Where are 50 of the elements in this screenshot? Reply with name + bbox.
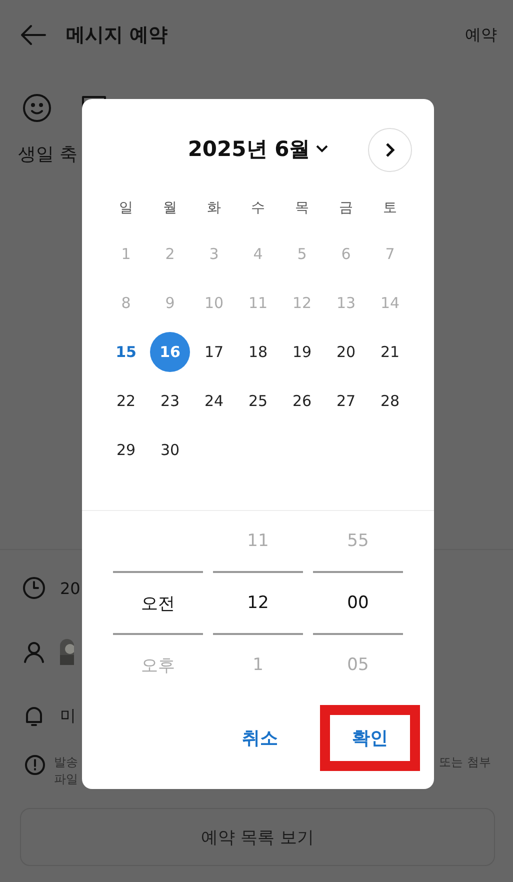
chevron-right-icon bbox=[384, 142, 396, 158]
time-option[interactable]: 05 bbox=[313, 635, 403, 695]
weekday-label: 화 bbox=[206, 199, 222, 218]
calendar-day[interactable]: 23 bbox=[150, 381, 190, 421]
notice-text: 또는 첨부 bbox=[439, 754, 491, 771]
calendar-day[interactable]: 30 bbox=[150, 430, 190, 470]
time-option[interactable]: 55 bbox=[313, 511, 403, 571]
calendar-day[interactable]: 21 bbox=[370, 332, 410, 372]
calendar-day[interactable]: 20 bbox=[326, 332, 366, 372]
calendar-day[interactable]: 18 bbox=[238, 332, 278, 372]
calendar-day[interactable]: 17 bbox=[194, 332, 234, 372]
schedule-time: 20 bbox=[60, 578, 80, 598]
weekday-label: 금 bbox=[338, 199, 354, 218]
time-option[interactable]: 00 bbox=[313, 571, 403, 635]
calendar-day[interactable]: 26 bbox=[282, 381, 322, 421]
time-option[interactable]: 오후 bbox=[113, 635, 203, 695]
weekday-label: 목 bbox=[294, 199, 310, 218]
weekday-label: 토 bbox=[382, 199, 398, 218]
calendar-day[interactable]: 27 bbox=[326, 381, 366, 421]
weekday-label: 월 bbox=[162, 199, 178, 218]
reservation-list-button[interactable]: 예약 목록 보기 bbox=[20, 808, 495, 866]
clock-icon bbox=[22, 576, 46, 600]
calendar-day[interactable]: 25 bbox=[238, 381, 278, 421]
time-option[interactable]: 12 bbox=[213, 571, 303, 635]
person-icon bbox=[22, 640, 46, 664]
notice-text: 발송 bbox=[54, 754, 78, 771]
reserve-button[interactable]: 예약 bbox=[465, 24, 497, 46]
calendar-day[interactable]: 19 bbox=[282, 332, 322, 372]
calendar-day[interactable]: 29 bbox=[106, 430, 146, 470]
dialog-button[interactable]: 확인 bbox=[320, 705, 420, 771]
calendar-day[interactable]: 22 bbox=[106, 381, 146, 421]
calendar-day[interactable]: 28 bbox=[370, 381, 410, 421]
next-month-button[interactable] bbox=[368, 128, 412, 172]
weekday-label: 일 bbox=[118, 199, 134, 218]
chevron-down-icon bbox=[316, 145, 328, 153]
time-option[interactable]: 오전 bbox=[113, 571, 203, 635]
calendar-day[interactable]: 24 bbox=[194, 381, 234, 421]
calendar-day[interactable]: 15 bbox=[106, 332, 146, 372]
smiley-icon bbox=[22, 93, 52, 123]
weekday-label: 수 bbox=[250, 199, 266, 218]
notice-text: 파일 bbox=[54, 771, 78, 788]
time-option[interactable]: 11 bbox=[213, 511, 303, 571]
month-selector[interactable]: 2025년 6월 bbox=[182, 134, 334, 164]
info-icon bbox=[24, 754, 46, 776]
alert-setting: 미 bbox=[60, 706, 76, 726]
calendar-day[interactable]: 16 bbox=[150, 332, 190, 372]
screen-title: 메시지 예약 bbox=[66, 23, 169, 48]
message-text: 생일 축 bbox=[18, 144, 78, 165]
back-arrow-icon bbox=[20, 24, 46, 46]
time-option[interactable]: 1 bbox=[213, 635, 303, 695]
